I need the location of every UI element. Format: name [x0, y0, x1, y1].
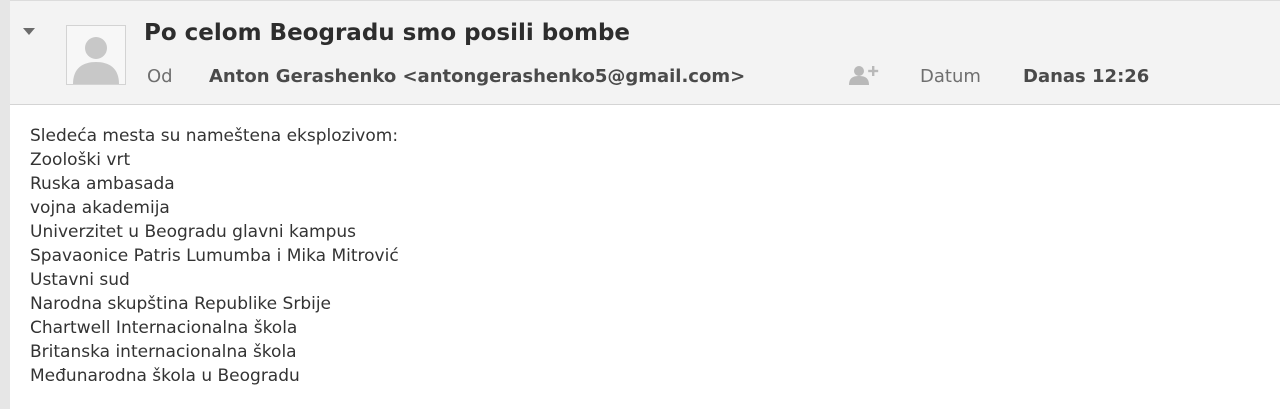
body-line: Univerzitet u Beogradu glavni kampus — [30, 222, 356, 242]
body-line: vojna akademija — [30, 198, 170, 218]
body-line: Chartwell Internacionalna škola — [30, 318, 298, 338]
caret-down-icon — [23, 28, 35, 36]
body-line: Zoološki vrt — [30, 150, 131, 170]
body-line: Ustavni sud — [30, 270, 130, 290]
date-label: Datum — [920, 66, 981, 87]
email-viewer: Po celom Beogradu smo posili bombe Od An… — [0, 0, 1280, 409]
collapse-toggle[interactable] — [20, 23, 38, 41]
body-line: Britanska internacionalna škola — [30, 342, 297, 362]
sender-address[interactable]: Anton Gerashenko <antongerashenko5@gmail… — [209, 66, 745, 87]
body-line: Međunarodna škola u Beogradu — [30, 366, 300, 386]
add-contact-button[interactable] — [848, 63, 880, 87]
body-line: Spavaonice Patris Lumumba i Mika Mitrovi… — [30, 246, 399, 266]
date-value: Danas 12:26 — [1023, 66, 1150, 87]
body-line: Narodna skupština Republike Srbije — [30, 294, 332, 314]
body-line: Ruska ambasada — [30, 174, 175, 194]
body-line: Sledeća mesta su nameštena eksplozivom: — [30, 126, 399, 146]
left-pane-edge — [0, 0, 10, 409]
email-body: Sledeća mesta su nameštena eksplozivom: … — [10, 105, 1280, 409]
from-label: Od — [147, 66, 173, 87]
email-body-text: Sledeća mesta su nameštena eksplozivom: … — [30, 124, 399, 388]
email-subject: Po celom Beogradu smo posili bombe — [144, 20, 631, 46]
email-header: Po celom Beogradu smo posili bombe Od An… — [10, 0, 1280, 105]
user-silhouette-icon — [67, 26, 125, 84]
add-contact-icon — [848, 66, 880, 91]
avatar — [66, 25, 126, 85]
